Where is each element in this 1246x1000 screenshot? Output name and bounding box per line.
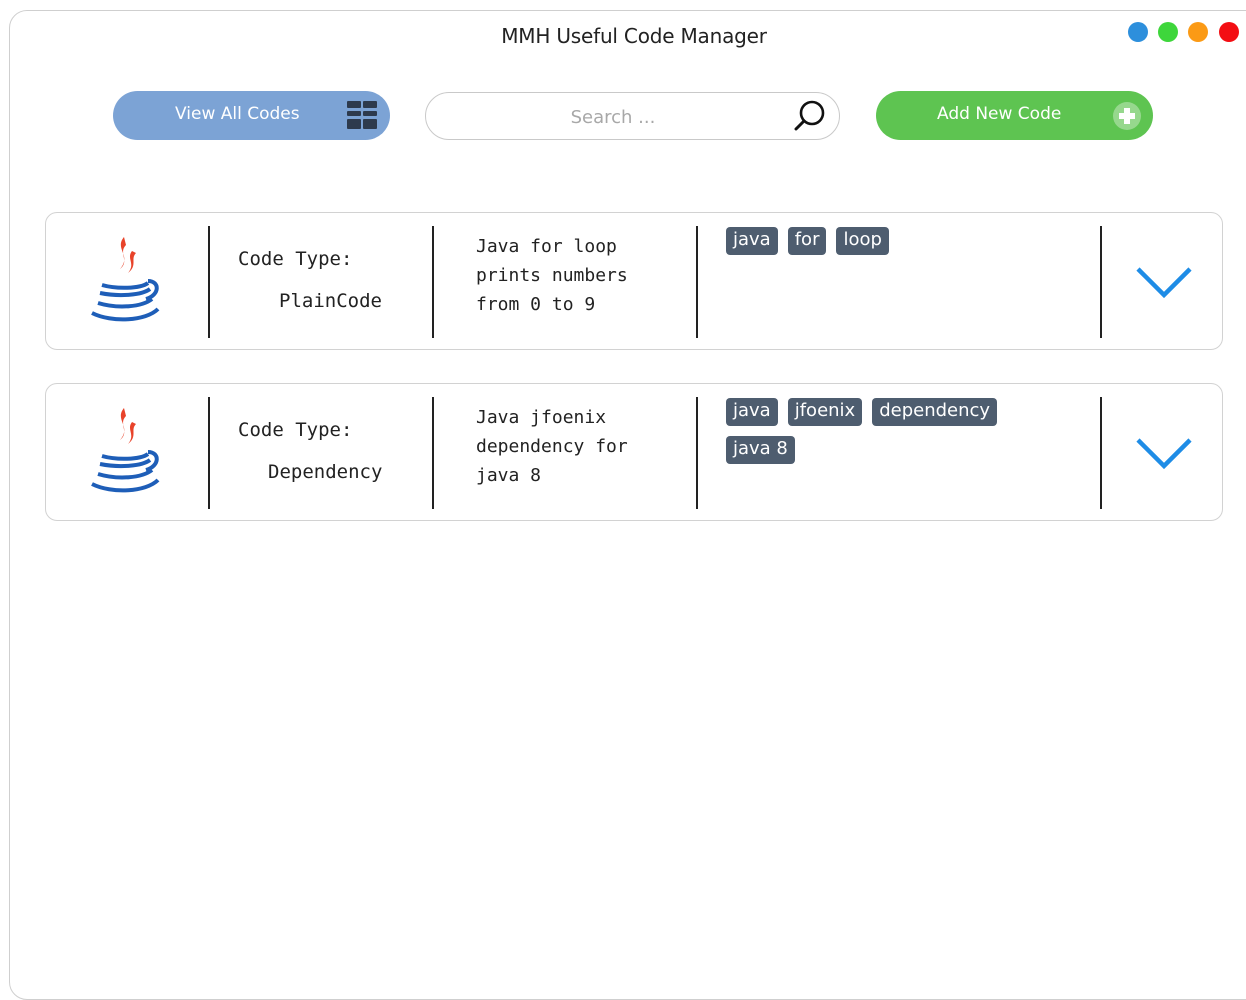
- tag: loop: [836, 227, 889, 255]
- code-type-label: Code Type:: [238, 419, 353, 441]
- close-window-button[interactable]: [1219, 22, 1239, 42]
- minimize-window-button[interactable]: [1188, 22, 1208, 42]
- code-type-label: Code Type:: [238, 248, 353, 270]
- plus-icon: [1119, 108, 1135, 124]
- search-input[interactable]: [446, 103, 780, 131]
- tag-list: java jfoenix dependency java 8: [726, 398, 1116, 474]
- add-new-code-button[interactable]: Add New Code: [876, 91, 1153, 140]
- tag: java: [726, 227, 778, 255]
- blue-window-button[interactable]: [1128, 22, 1148, 42]
- search-box: [425, 92, 840, 140]
- code-type-value: Dependency: [268, 461, 383, 483]
- code-card[interactable]: Code Type: PlainCode Java for loop print…: [45, 212, 1223, 350]
- add-new-code-label: Add New Code: [937, 104, 1062, 124]
- column-divider: [432, 226, 434, 338]
- grid-icon: [347, 101, 377, 129]
- chevron-down-icon[interactable]: [1134, 263, 1194, 301]
- tag: java 8: [726, 436, 795, 464]
- column-divider: [696, 397, 698, 509]
- column-divider: [696, 226, 698, 338]
- view-all-codes-button[interactable]: View All Codes: [113, 91, 390, 140]
- code-description: Java jfoenix dependency for java 8: [476, 407, 628, 486]
- column-divider: [208, 397, 210, 509]
- tag-list: java for loop: [726, 227, 1116, 265]
- view-all-codes-label: View All Codes: [175, 104, 300, 124]
- code-description: Java for loop prints numbers from 0 to 9: [476, 236, 628, 315]
- maximize-window-button[interactable]: [1158, 22, 1178, 42]
- column-divider: [432, 397, 434, 509]
- tag: java: [726, 398, 778, 426]
- tag: for: [787, 227, 827, 255]
- column-divider: [1100, 397, 1102, 509]
- column-divider: [1100, 226, 1102, 338]
- tag: jfoenix: [787, 398, 863, 426]
- java-icon: [91, 408, 160, 493]
- code-type-value: PlainCode: [279, 290, 382, 312]
- window-title: MMH Useful Code Manager: [501, 24, 767, 48]
- column-divider: [208, 226, 210, 338]
- code-card[interactable]: Code Type: Dependency Java jfoenix depen…: [45, 383, 1223, 521]
- tag: dependency: [872, 398, 998, 426]
- search-icon[interactable]: [792, 98, 828, 134]
- chevron-down-icon[interactable]: [1134, 434, 1194, 472]
- java-icon: [91, 237, 160, 322]
